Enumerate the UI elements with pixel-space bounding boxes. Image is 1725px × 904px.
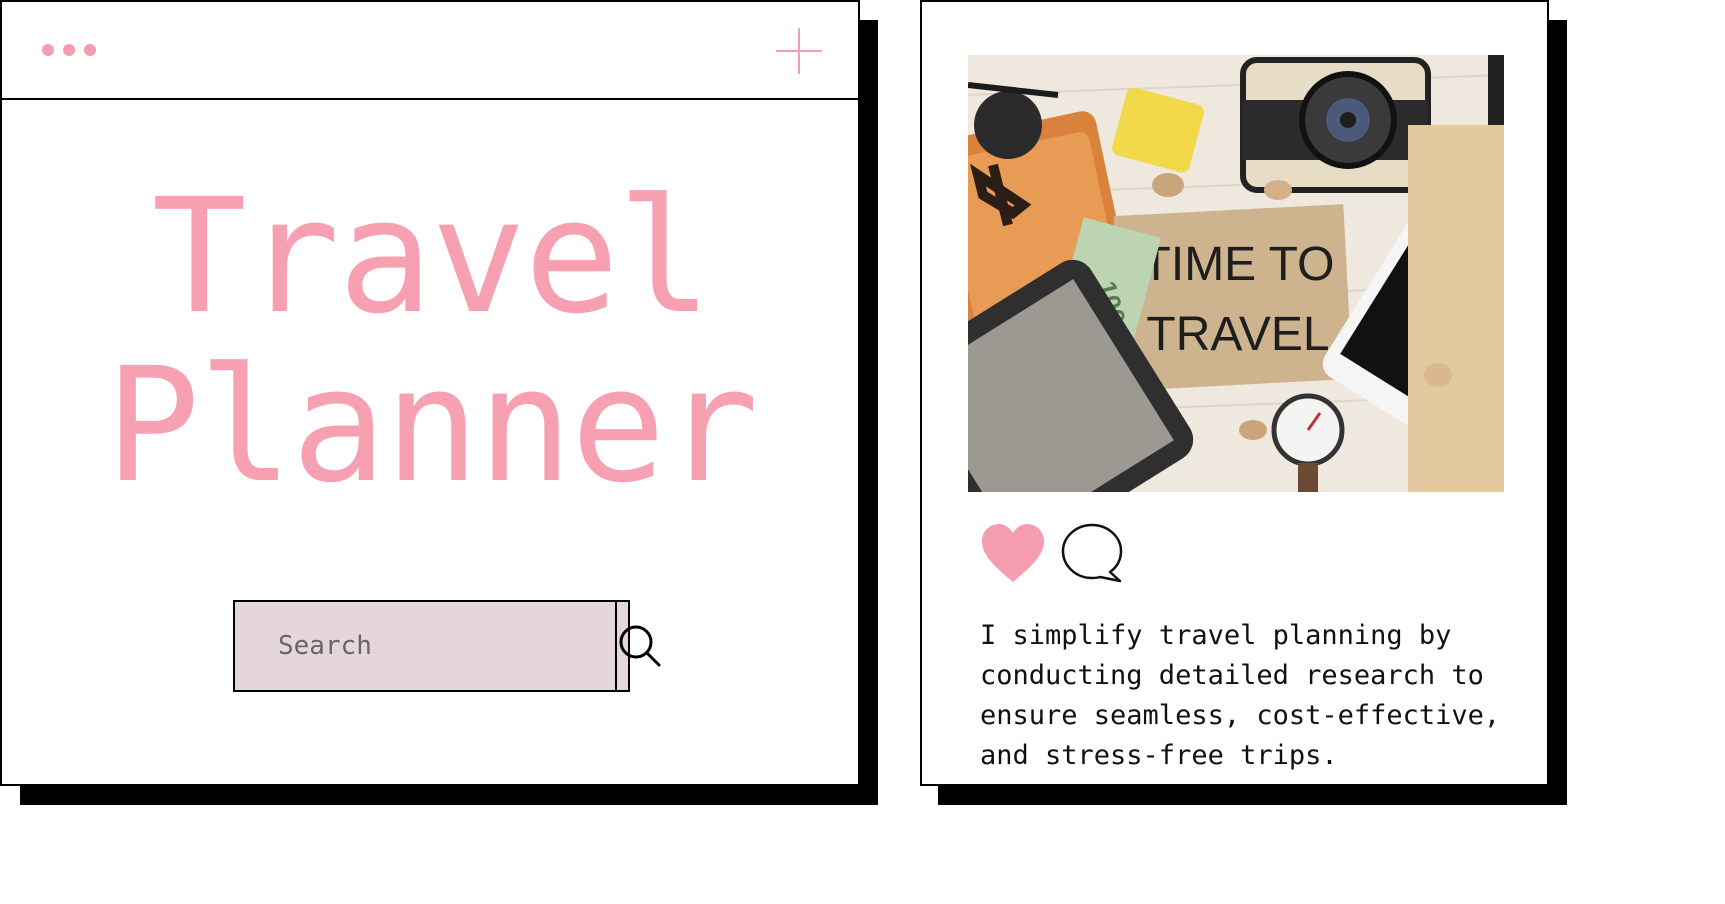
dot bbox=[42, 44, 54, 56]
travel-photo: TIME TO TRAVEL 100 bbox=[968, 55, 1504, 492]
page-title-line-2: Planner bbox=[105, 334, 759, 518]
sign-line-1: TIME TO bbox=[1142, 238, 1335, 291]
comment-icon[interactable] bbox=[1060, 522, 1124, 584]
plus-icon[interactable] bbox=[776, 28, 822, 74]
page-title-line-1: Travel bbox=[151, 165, 713, 349]
window-titlebar bbox=[2, 2, 858, 100]
dots-icon[interactable] bbox=[42, 44, 96, 56]
dot bbox=[63, 44, 75, 56]
app-window: Travel Planner bbox=[0, 0, 860, 786]
dot bbox=[84, 44, 96, 56]
heart-icon[interactable] bbox=[980, 522, 1046, 584]
search-input[interactable] bbox=[235, 602, 617, 690]
search-icon bbox=[619, 625, 661, 667]
post-caption: I simplify travel planning by conducting… bbox=[980, 620, 1501, 771]
search-bar bbox=[233, 600, 661, 692]
sign-line-2: TRAVEL bbox=[1146, 308, 1329, 361]
post-card: TIME TO TRAVEL 100 I simplify travel pla… bbox=[920, 0, 1549, 786]
search-button[interactable] bbox=[617, 602, 663, 690]
